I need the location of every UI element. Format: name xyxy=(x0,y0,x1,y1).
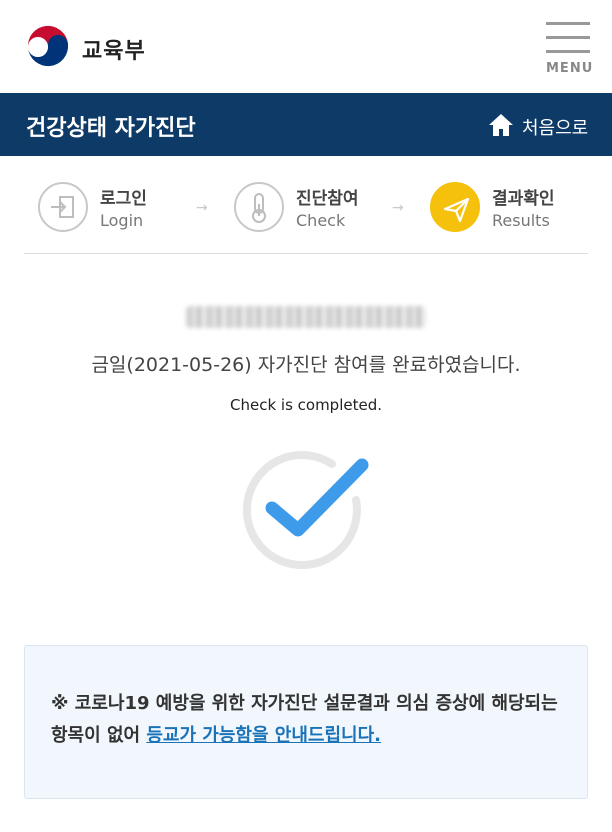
step-label-en: Results xyxy=(492,211,550,230)
send-icon xyxy=(430,182,480,232)
title-bar: 건강상태 자가진단 처음으로 xyxy=(0,93,612,156)
menu-button[interactable]: MENU xyxy=(546,18,594,78)
step-label-ko: 진단참여 xyxy=(296,189,359,209)
step-arrow-icon: → xyxy=(196,200,208,216)
login-icon xyxy=(38,182,88,232)
notice-box: ※ 코로나19 예방을 위한 자가진단 설문결과 의심 증상에 해당되는 항목이… xyxy=(24,645,588,799)
thermometer-icon xyxy=(234,182,284,232)
top-header: 교육부 MENU xyxy=(0,0,612,93)
blurred-user-name xyxy=(186,306,426,328)
divider xyxy=(24,253,588,254)
step-label-ko: 로그인 xyxy=(100,189,147,209)
home-icon xyxy=(489,114,513,136)
step-arrow-icon: → xyxy=(392,200,404,216)
step-label-ko: 결과확인 xyxy=(492,189,555,209)
progress-steps: 로그인 Login → 진단참여 Check → 결과확인 Results xyxy=(0,160,612,254)
home-label: 처음으로 xyxy=(522,118,589,139)
step-label-en: Login xyxy=(100,211,144,230)
notice-text: ※ 코로나19 예방을 위한 자가진단 설문결과 의심 증상에 해당되는 항목이… xyxy=(51,688,571,752)
menu-label: MENU xyxy=(546,61,594,76)
government-emblem-logo xyxy=(25,23,71,69)
page-title: 건강상태 자가진단 xyxy=(26,116,196,141)
menu-icon xyxy=(546,22,590,25)
step-label-en: Check xyxy=(296,211,346,230)
ministry-name: 교육부 xyxy=(82,39,146,64)
result-message-en: Check is completed. xyxy=(229,396,382,414)
check-circle-icon xyxy=(242,451,369,570)
result-message-ko: 금일(2021-05-26) 자가진단 참여를 완료하였습니다. xyxy=(91,354,521,376)
notice-link[interactable]: 등교가 가능함을 안내드립니다. xyxy=(146,725,381,746)
